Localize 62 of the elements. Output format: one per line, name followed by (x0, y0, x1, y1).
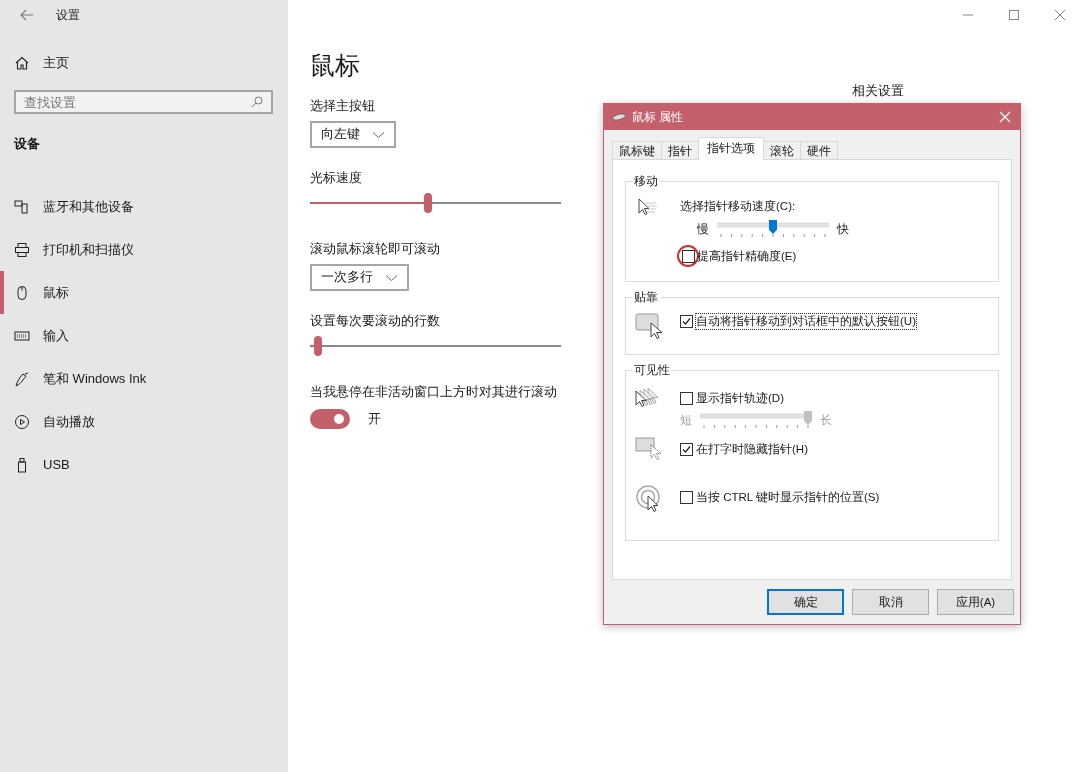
sidebar-item[interactable]: 输入 (0, 314, 274, 357)
dialog-button[interactable]: 应用(A) (937, 589, 1014, 615)
checkbox-label: 当按 CTRL 键时显示指针的位置(S) (696, 489, 880, 505)
dropdown[interactable]: 一次多行 (310, 264, 409, 291)
slider-thumb[interactable] (313, 336, 322, 356)
related-settings-heading: 相关设置 (852, 83, 904, 98)
search-icon (251, 96, 263, 108)
search-field[interactable]: 查找设置 (14, 90, 273, 114)
devices-icon (14, 198, 30, 215)
sidebar-item[interactable]: 笔和 Windows Ink (0, 357, 274, 400)
window-title: 设置 (56, 6, 80, 24)
sidebar-item[interactable]: USB (0, 443, 274, 486)
setting-label: 选择指针移动速度(C): (680, 199, 797, 214)
toggle-state: 开 (368, 410, 381, 428)
search-input[interactable]: 查找设置 (24, 94, 251, 110)
dialog-title: 鼠标 属性 (632, 108, 684, 126)
sidebar-item[interactable]: 蓝牙和其他设备 (0, 185, 274, 228)
slider-thumb[interactable] (423, 193, 432, 213)
page-title: 鼠标 (310, 50, 361, 81)
toggle-switch[interactable] (310, 409, 350, 429)
checkbox-label: 在打字时隐藏指针(H) (696, 441, 808, 457)
mouse-icon (612, 113, 626, 121)
slider-min-label: 慢 (697, 221, 709, 237)
group-title: 移动 (633, 174, 659, 189)
sidebar-item[interactable]: 鼠标 (0, 271, 274, 314)
sidebar-item[interactable]: 自动播放 (0, 400, 274, 443)
setting-label: 设置每次要滚动的行数 (310, 313, 441, 330)
slider-max-label: 快 (837, 221, 849, 237)
mouse-icon (14, 284, 30, 301)
slider-max-label: 长 (820, 412, 832, 428)
dialog-button[interactable]: 取消 (852, 589, 929, 615)
group-title: 贴靠 (633, 290, 659, 305)
section-heading: 设备 (14, 135, 41, 153)
checkbox-label: 显示指针轨迹(D) (696, 390, 784, 406)
maximize-icon[interactable] (1008, 9, 1020, 21)
sidebar-item[interactable]: 打印机和扫描仪 (0, 228, 274, 271)
pen-icon (14, 370, 30, 387)
play-icon (14, 413, 30, 430)
setting-label: 光标速度 (310, 170, 363, 187)
slider-min-label: 短 (680, 412, 692, 428)
setting-label: 当我悬停在非活动窗口上方时对其进行滚动 (310, 384, 558, 401)
printer-icon (14, 241, 30, 258)
close-icon[interactable] (1054, 9, 1066, 21)
checkbox[interactable] (680, 442, 693, 456)
slider[interactable] (717, 220, 829, 238)
back-arrow-icon[interactable] (20, 9, 34, 21)
home-icon (14, 55, 30, 71)
group-title: 可见性 (633, 363, 671, 378)
dialog-button[interactable]: 确定 (767, 589, 844, 615)
slider-thumb[interactable] (769, 220, 777, 234)
chevron-down-icon (372, 130, 385, 139)
checkbox-label: 自动将指针移动到对话框中的默认按钮(U) (696, 313, 916, 329)
checkbox[interactable] (680, 391, 693, 405)
checkbox[interactable] (680, 314, 693, 328)
tab[interactable]: 指针选项 (698, 137, 764, 160)
chevron-down-icon (385, 273, 398, 282)
setting-label: 滚动鼠标滚轮即可滚动 (310, 241, 441, 258)
home-link[interactable]: 主页 (14, 52, 69, 74)
checkbox[interactable] (680, 490, 693, 504)
setting-label: 选择主按钮 (310, 98, 376, 115)
dropdown[interactable]: 向左键 (310, 121, 396, 148)
button-pointer-icon (634, 311, 664, 341)
